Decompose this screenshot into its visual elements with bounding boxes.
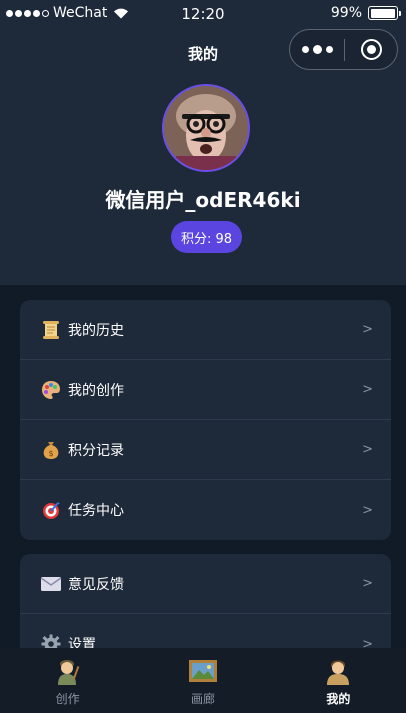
menu-item-task-center[interactable]: 任务中心 > xyxy=(20,480,391,540)
svg-text:$: $ xyxy=(48,449,53,458)
close-icon xyxy=(360,39,382,60)
chevron-right-icon: > xyxy=(362,382,373,397)
tab-mine[interactable]: 我的 xyxy=(271,648,406,713)
person-icon xyxy=(323,656,353,686)
chevron-right-icon: > xyxy=(362,322,373,337)
tab-bar: 创作 画廊 我的 xyxy=(0,648,406,713)
money-bag-icon: $ xyxy=(40,439,62,461)
tab-label: 我的 xyxy=(326,692,351,706)
menu-item-history[interactable]: 我的历史 > xyxy=(20,300,391,360)
battery-icon xyxy=(368,6,401,20)
tab-create[interactable]: 创作 xyxy=(0,648,135,713)
chevron-right-icon: > xyxy=(362,442,373,457)
username: 微信用户_odER46ki xyxy=(105,188,301,212)
menu-item-creations[interactable]: 我的创作 > xyxy=(20,360,391,420)
framed-picture-icon xyxy=(188,656,218,686)
avatar-image xyxy=(164,86,248,170)
tab-gallery[interactable]: 画廊 xyxy=(135,648,270,713)
palette-icon xyxy=(40,379,62,401)
tab-label: 创作 xyxy=(55,692,80,706)
menu-item-points-record[interactable]: $ 积分记录 > xyxy=(20,420,391,480)
menu-item-label: 任务中心 xyxy=(68,503,124,519)
menu-item-label: 我的历史 xyxy=(68,322,124,339)
miniprogram-capsule xyxy=(289,29,398,70)
envelope-icon xyxy=(40,573,62,595)
menu-card-primary: 我的历史 > 我的创作 > $ 积分记录 > 任务中心 > xyxy=(20,300,391,540)
painter-icon xyxy=(53,656,83,686)
chevron-right-icon: > xyxy=(362,576,373,591)
battery-percent: 99% xyxy=(330,5,362,21)
menu-item-label: 我的创作 xyxy=(68,382,124,399)
avatar[interactable] xyxy=(162,84,250,172)
status-bar: WeChat 12:20 99% xyxy=(0,0,406,28)
menu-item-label: 积分记录 xyxy=(68,442,124,459)
tab-label: 画廊 xyxy=(190,692,215,706)
close-button[interactable] xyxy=(345,30,397,69)
chevron-right-icon: > xyxy=(362,502,373,518)
points-badge[interactable]: 积分: 98 xyxy=(171,221,242,253)
target-icon xyxy=(40,499,62,521)
more-button[interactable] xyxy=(290,30,344,69)
menu-item-feedback[interactable]: 意见反馈 > xyxy=(20,554,391,614)
scroll-icon xyxy=(40,319,62,341)
menu-item-label: 意见反馈 xyxy=(68,576,124,593)
